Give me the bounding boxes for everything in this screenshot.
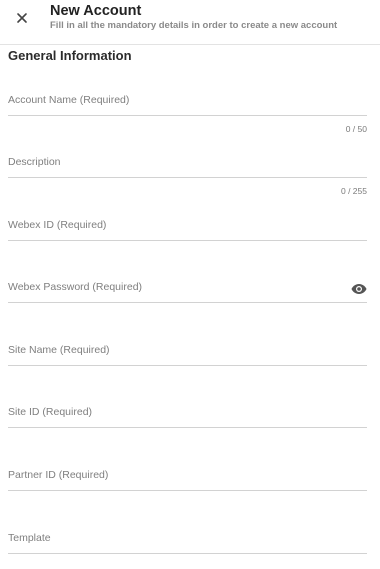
close-button[interactable] (12, 8, 32, 28)
account-name-field[interactable]: Account Name (Required) (8, 86, 367, 116)
page-subtitle: Fill in all the mandatory details in ord… (50, 20, 338, 31)
template-placeholder: Template (8, 532, 51, 544)
template-field[interactable]: Template (8, 524, 367, 554)
partner-id-field[interactable]: Partner ID (Required) (8, 461, 367, 491)
description-placeholder: Description (8, 156, 61, 168)
account-name-char-counter: 0 / 50 (345, 124, 367, 134)
webex-id-field[interactable]: Webex ID (Required) (8, 211, 367, 241)
dialog-header: New Account Fill in all the mandatory de… (0, 0, 380, 45)
show-password-toggle[interactable] (351, 282, 367, 294)
webex-password-placeholder: Webex Password (Required) (8, 281, 143, 293)
site-id-field[interactable]: Site ID (Required) (8, 398, 367, 428)
eye-icon (351, 284, 367, 294)
site-id-placeholder: Site ID (Required) (8, 406, 93, 418)
description-field[interactable]: Description (8, 148, 367, 178)
close-icon (17, 13, 27, 23)
page-title: New Account (50, 3, 142, 19)
webex-password-field[interactable]: Webex Password (Required) (8, 273, 367, 303)
account-name-placeholder: Account Name (Required) (8, 94, 130, 106)
site-name-placeholder: Site Name (Required) (8, 344, 110, 356)
partner-id-placeholder: Partner ID (Required) (8, 469, 109, 481)
webex-id-placeholder: Webex ID (Required) (8, 219, 107, 231)
site-name-field[interactable]: Site Name (Required) (8, 336, 367, 366)
section-title-general-information: General Information (8, 48, 132, 63)
description-char-counter: 0 / 255 (341, 186, 367, 196)
